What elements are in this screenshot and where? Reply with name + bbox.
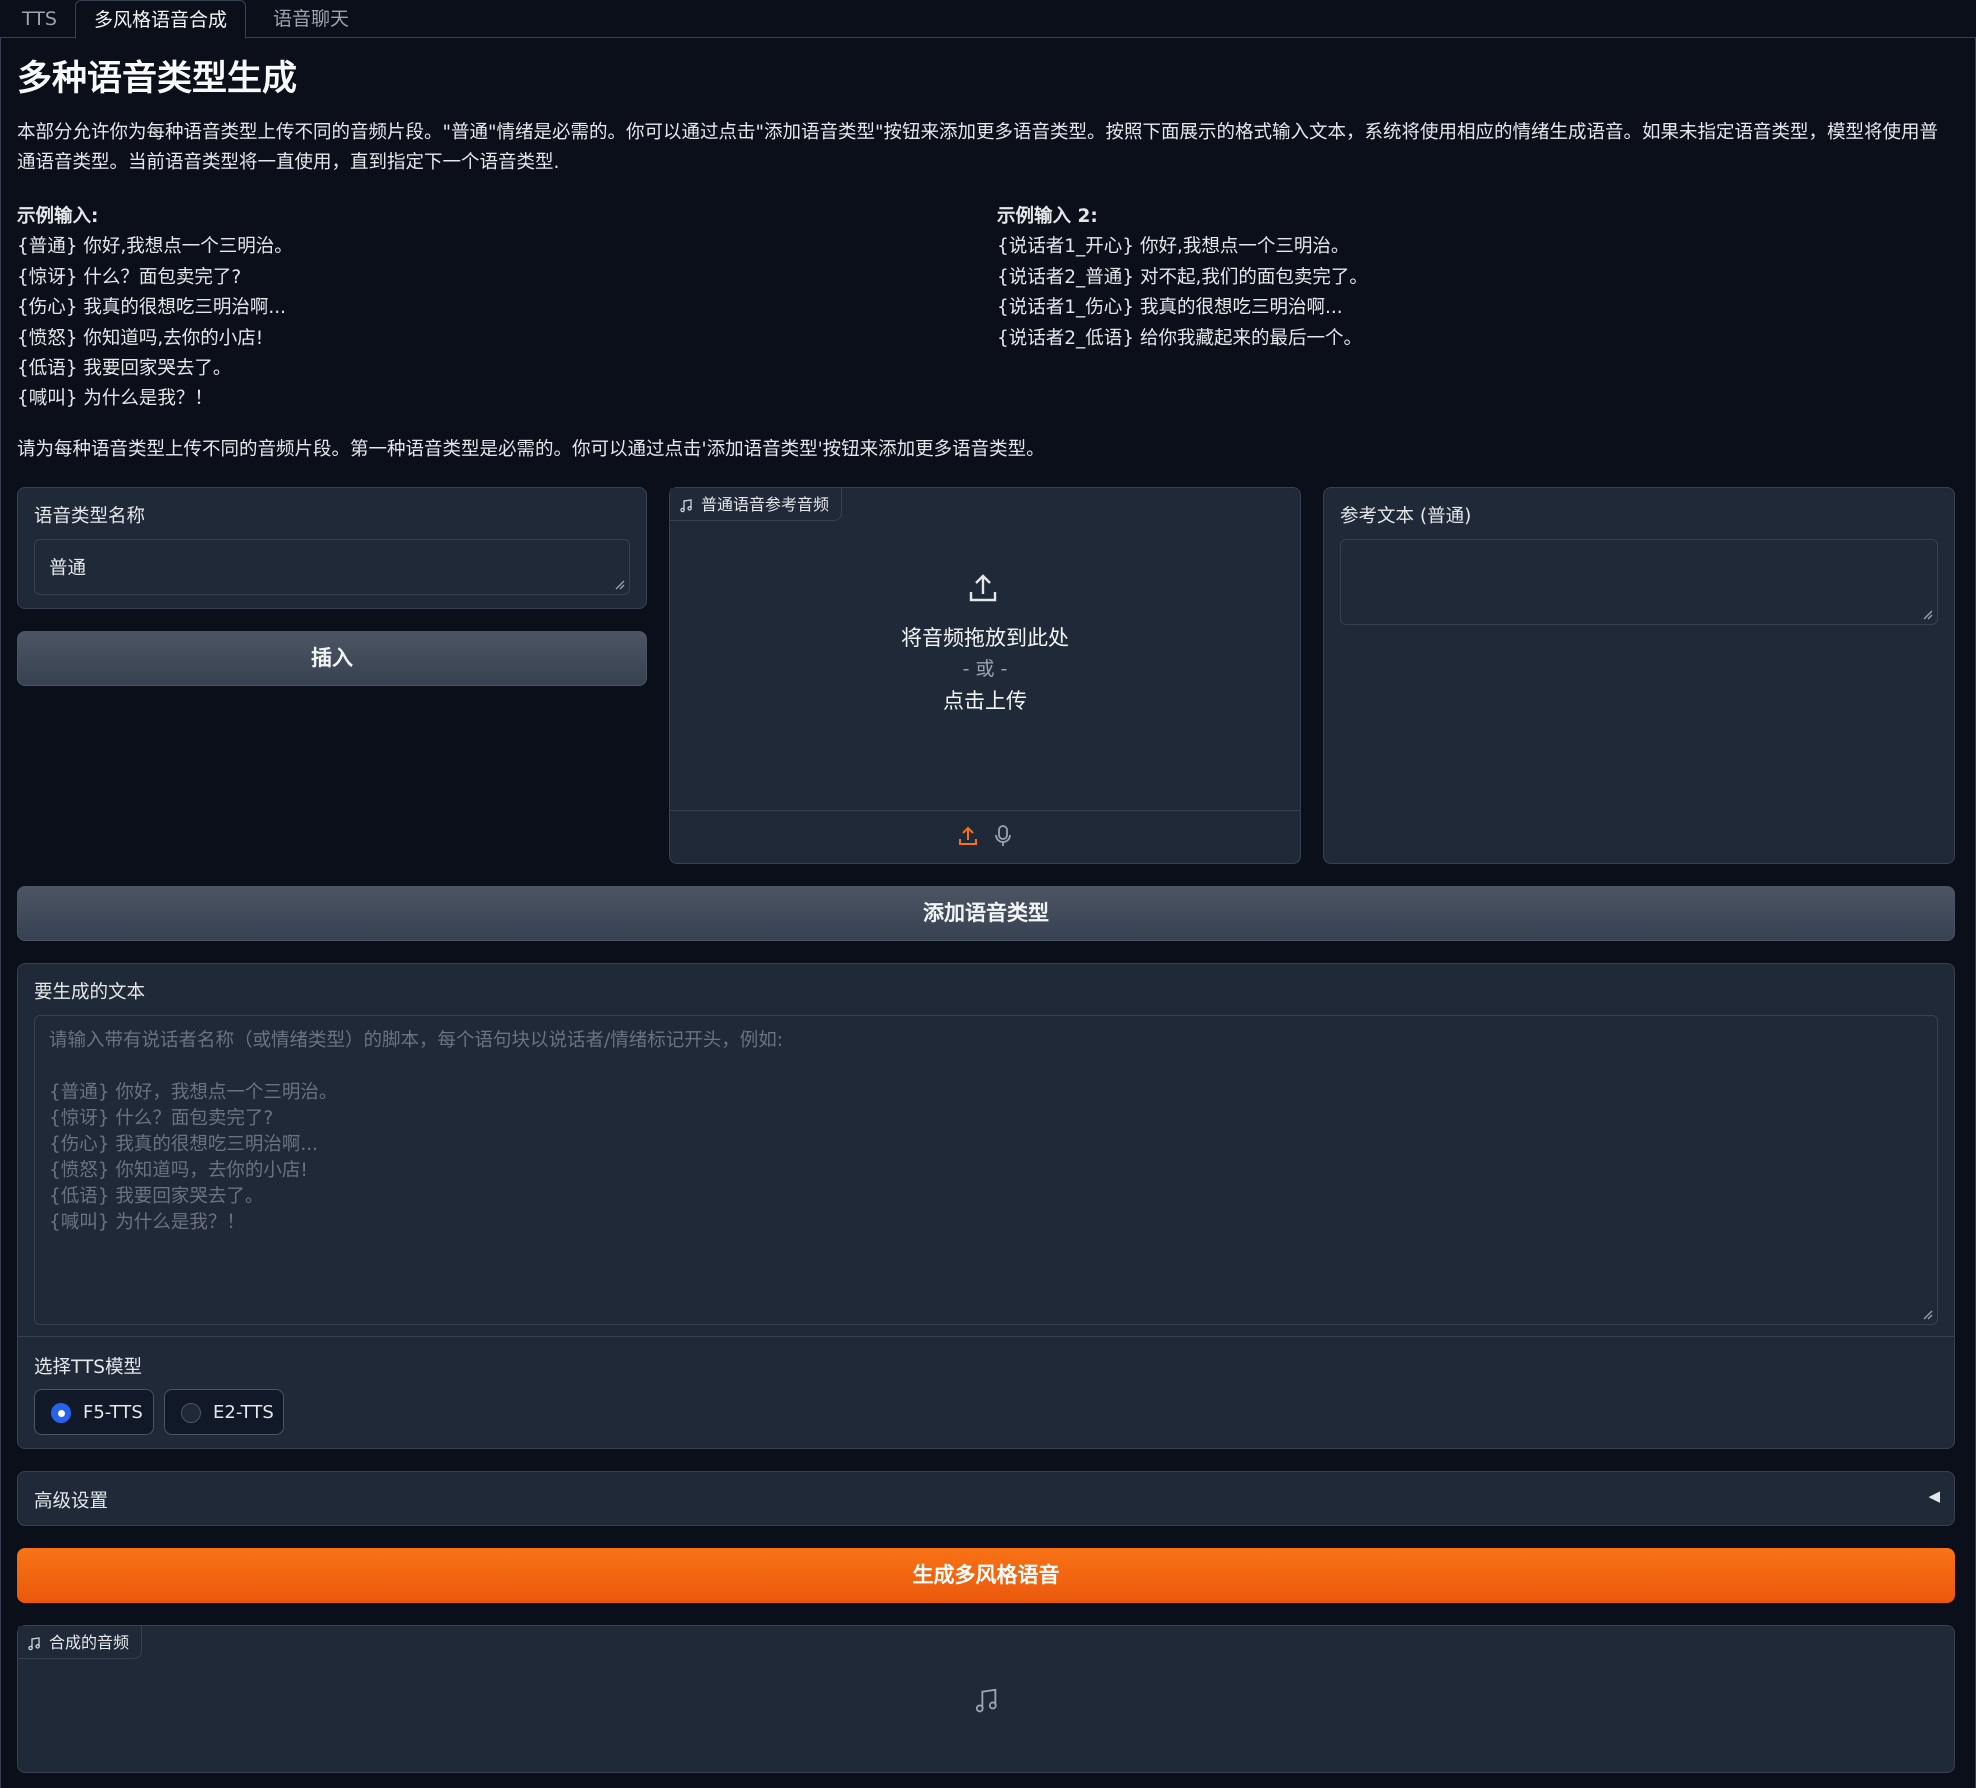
- resize-handle-icon[interactable]: [613, 578, 625, 590]
- music-note-icon: [680, 499, 692, 513]
- music-note-icon: [28, 1637, 40, 1651]
- tab-bar: TTS 多风格语音合成 语音聊天: [0, 0, 1976, 39]
- speech-type-input[interactable]: 普通: [34, 539, 630, 595]
- example-1-heading: 示例输入:: [17, 206, 99, 227]
- divider: [18, 1336, 1954, 1337]
- example-line: {说话者1_开心} 你好,我想点一个三明治。: [997, 236, 1350, 258]
- tab-voice-chat[interactable]: 语音聊天: [255, 0, 367, 38]
- speech-type-value: 普通: [49, 558, 87, 579]
- speech-type-label: 语音类型名称: [34, 506, 146, 527]
- example-line: {低语} 我要回家哭去了。: [17, 358, 232, 380]
- reference-text-input[interactable]: [1340, 539, 1938, 625]
- radio-unselected-indicator: [181, 1403, 201, 1423]
- tab-tts[interactable]: TTS: [4, 0, 75, 38]
- speech-type-card: 语音类型名称 普通: [17, 487, 647, 609]
- resize-handle-icon[interactable]: [1921, 1308, 1933, 1320]
- advanced-settings-label: 高级设置: [34, 1491, 109, 1512]
- example-line: {伤心} 我真的很想吃三明治啊...: [17, 297, 287, 319]
- reference-text-card: 参考文本 (普通): [1323, 487, 1955, 864]
- radio-f5-tts-label: F5-TTS: [83, 1402, 143, 1423]
- generate-text-input[interactable]: 请输入带有说话者名称（或情绪类型）的脚本，每个语句块以说话者/情绪标记开头，例如…: [34, 1015, 1938, 1325]
- generate-text-card: 要生成的文本 请输入带有说话者名称（或情绪类型）的脚本，每个语句块以说话者/情绪…: [17, 963, 1955, 1449]
- example-line: {说话者2_低语} 给你我藏起来的最后一个。: [997, 327, 1362, 349]
- model-select-label: 选择TTS模型: [34, 1357, 143, 1378]
- collapse-arrow-icon: ◀: [1928, 1487, 1940, 1505]
- upload-icon[interactable]: [957, 825, 979, 847]
- page-title: 多种语音类型生成: [17, 59, 298, 99]
- radio-e2-tts-label: E2-TTS: [213, 1402, 274, 1423]
- output-audio-label: 合成的音频: [18, 1626, 143, 1659]
- reference-audio-label: 普通语音参考音频: [670, 488, 843, 521]
- divider: [670, 810, 1300, 811]
- upload-icon: [969, 574, 997, 602]
- radio-e2-tts[interactable]: E2-TTS: [164, 1389, 284, 1435]
- example-line: {喊叫} 为什么是我？！: [17, 388, 213, 410]
- description: 本部分允许你为每种语音类型上传不同的音频片段。"普通"情绪是必需的。你可以通过点…: [17, 122, 1939, 173]
- tab-multi-style[interactable]: 多风格语音合成: [75, 0, 247, 39]
- insert-button[interactable]: 插入: [17, 631, 647, 686]
- example-line: {说话者2_普通} 对不起,我们的面包卖完了。: [997, 266, 1368, 288]
- resize-handle-icon[interactable]: [1921, 608, 1933, 620]
- radio-f5-tts[interactable]: F5-TTS: [34, 1389, 154, 1435]
- output-audio-chip-text: 合成的音频: [49, 1633, 130, 1652]
- drop-text: 将音频拖放到此处: [901, 626, 1069, 650]
- generate-multistyle-button[interactable]: 生成多风格语音: [17, 1548, 1955, 1603]
- reference-audio-card: 普通语音参考音频 将音频拖放到此处 - 或 - 点击上传: [669, 487, 1301, 864]
- audio-drop-zone[interactable]: 将音频拖放到此处 - 或 - 点击上传: [670, 528, 1300, 808]
- click-upload-text: 点击上传: [943, 689, 1027, 713]
- generate-text-label: 要生成的文本: [34, 982, 146, 1003]
- music-note-icon: [975, 1688, 997, 1713]
- example-input-2: 示例输入 2: {说话者1_开心} 你好,我想点一个三明治。 {说话者2_普通}…: [997, 202, 1368, 354]
- add-speech-type-button[interactable]: 添加语音类型: [17, 886, 1955, 941]
- generate-text-placeholder: 请输入带有说话者名称（或情绪类型）的脚本，每个语句块以说话者/情绪标记开头，例如…: [49, 1030, 783, 1233]
- example-input-1: 示例输入: {普通} 你好,我想点一个三明治。 {惊讶} 什么？面包卖完了? {…: [17, 202, 293, 415]
- upload-note: 请为每种语音类型上传不同的音频片段。第一种语音类型是必需的。你可以通过点击'添加…: [17, 439, 1045, 460]
- radio-selected-indicator: [51, 1403, 71, 1423]
- microphone-icon[interactable]: [993, 824, 1013, 848]
- reference-audio-chip-text: 普通语音参考音频: [701, 495, 830, 514]
- or-text: - 或 -: [962, 658, 1008, 680]
- example-line: {愤怒} 你知道吗,去你的小店!: [17, 327, 264, 349]
- output-audio-card: 合成的音频: [17, 1625, 1955, 1773]
- example-2-heading: 示例输入 2:: [997, 206, 1098, 227]
- example-line: {普通} 你好,我想点一个三明治。: [17, 236, 293, 258]
- advanced-settings-accordion[interactable]: 高级设置 ◀: [17, 1471, 1955, 1526]
- example-line: {说话者1_伤心} 我真的很想吃三明治啊...: [997, 297, 1343, 319]
- reference-text-label: 参考文本 (普通): [1340, 506, 1472, 527]
- example-line: {惊讶} 什么？面包卖完了?: [17, 266, 242, 288]
